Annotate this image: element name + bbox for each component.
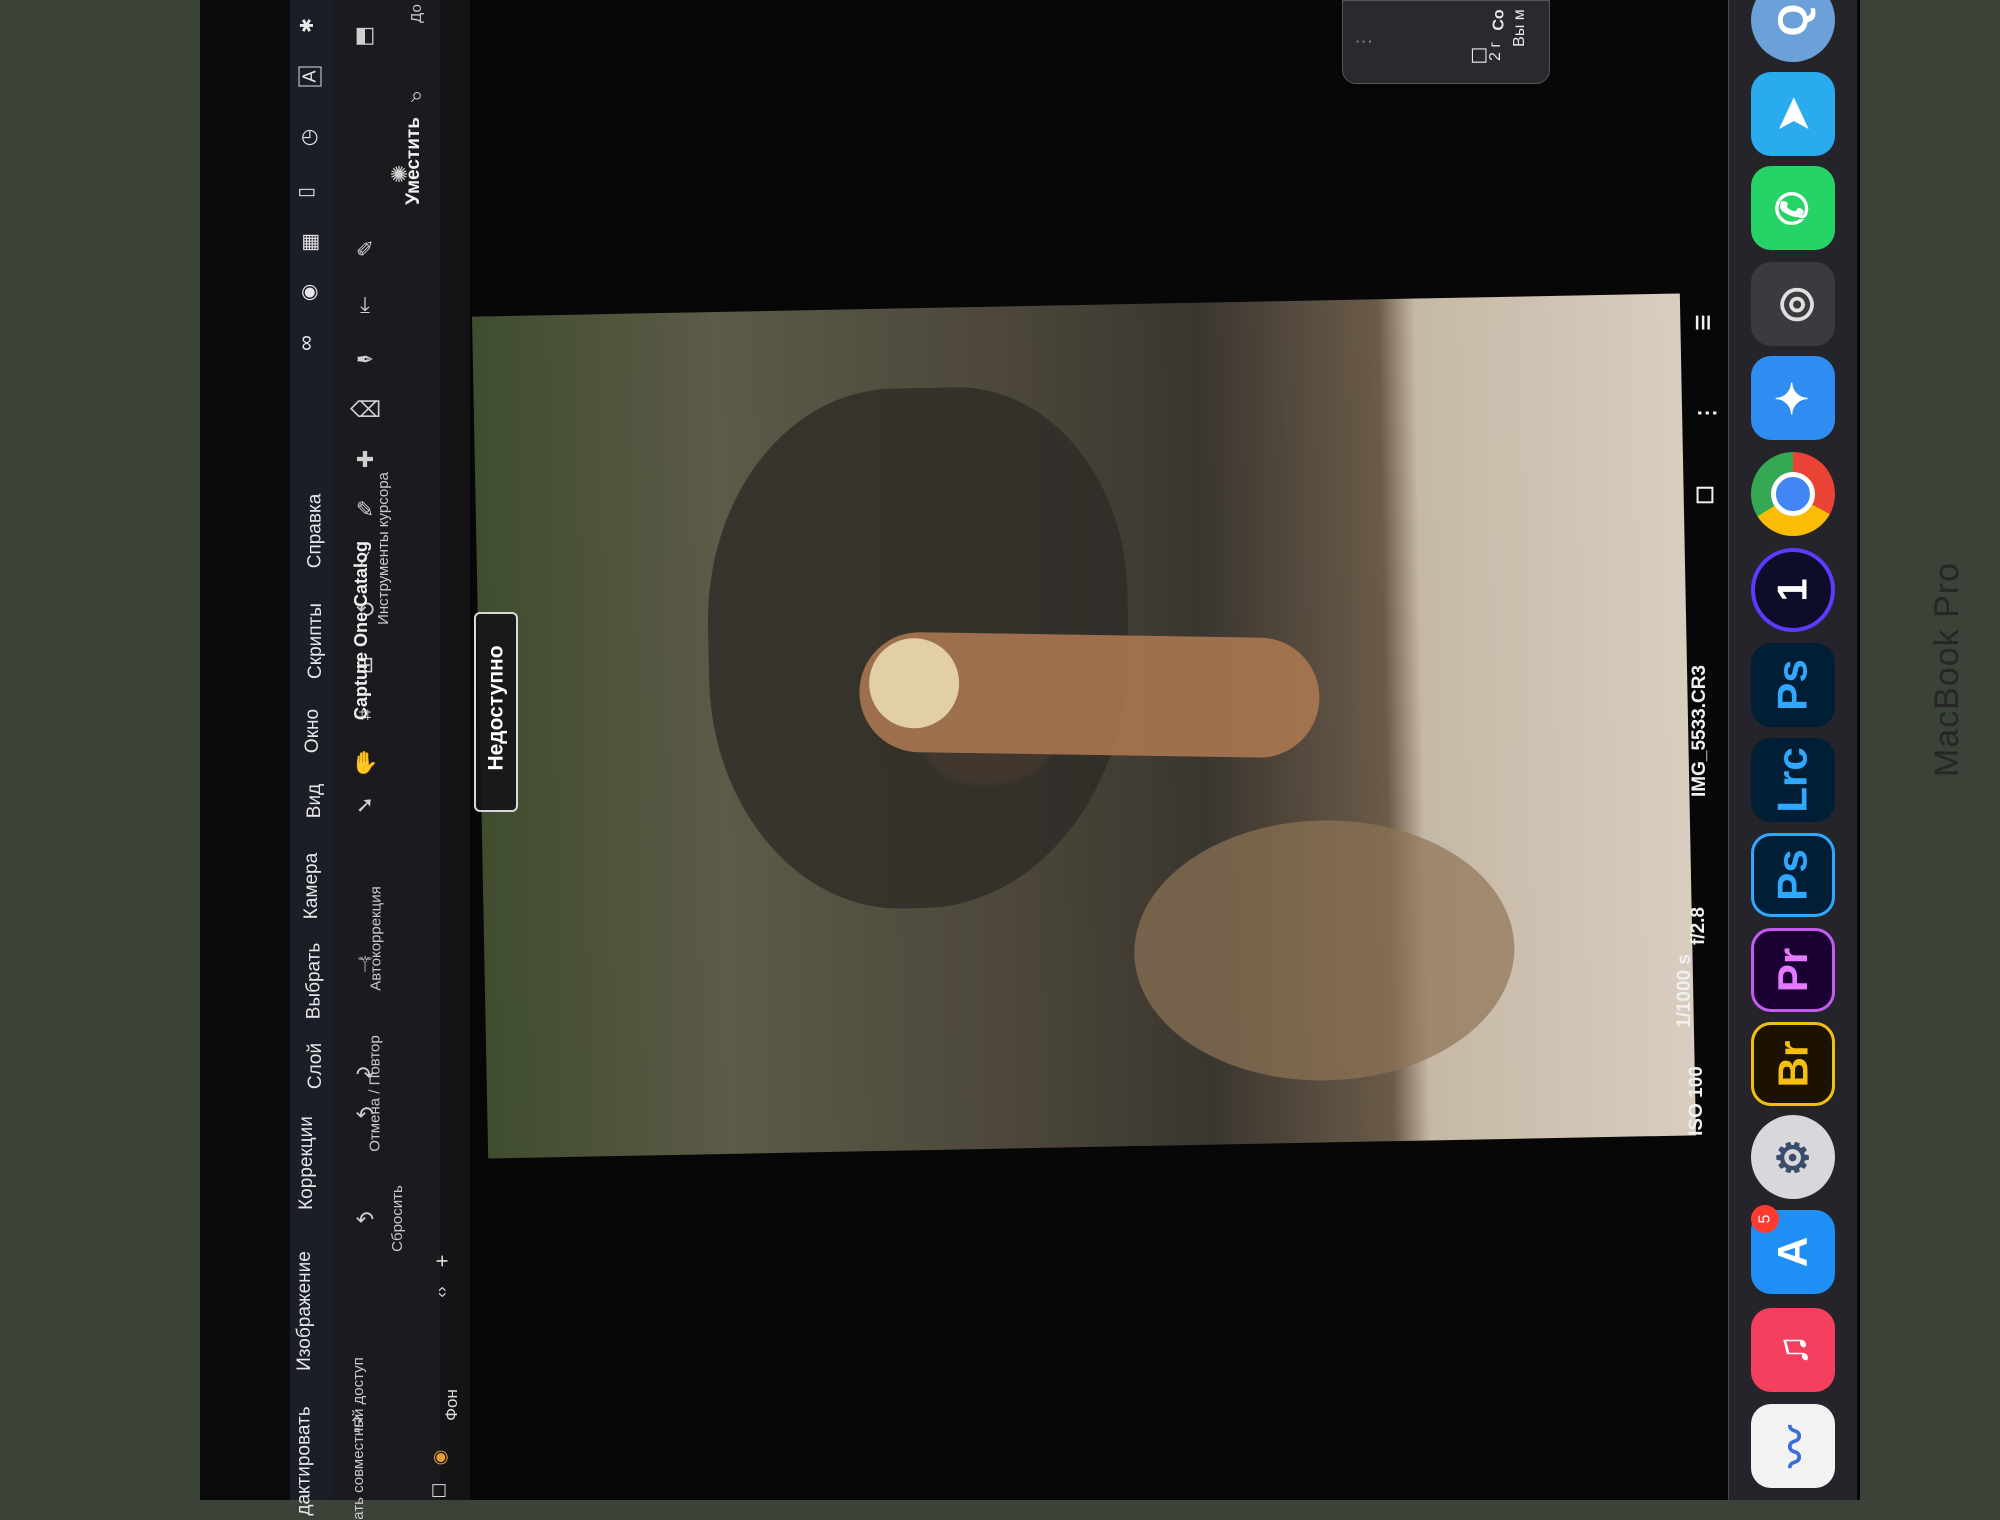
notification-line-3: Вы м	[1510, 9, 1528, 47]
notification-line-1: Co	[1490, 9, 1508, 31]
freeform-icon: 〰	[1772, 1424, 1820, 1468]
camera-icon: ◎	[1769, 285, 1817, 323]
menu-select[interactable]: Выбрать	[303, 943, 325, 1020]
windows-icon[interactable]: ▦	[297, 233, 322, 252]
photo-rock-shape	[1131, 816, 1517, 1085]
menu-window[interactable]: Окно	[302, 709, 324, 753]
compass-icon: ✦	[1769, 380, 1817, 416]
dock-app-lightroom-classic[interactable]: Lrc	[1751, 738, 1835, 822]
menu-bar: дактировать Изображение Коррекции Слой В…	[290, 0, 332, 1516]
dock-app-photo-booth[interactable]: ◎	[1751, 262, 1835, 346]
reset-label: Сбросить	[388, 1185, 406, 1252]
menu-camera[interactable]: Камера	[301, 853, 323, 919]
shutter-value: 1/1000 s	[1673, 954, 1695, 1028]
notification-dots-icon: ⋮	[1353, 32, 1374, 51]
dock-app-photoshop[interactable]: Ps	[1751, 833, 1835, 917]
notification-popup[interactable]: Co 2 г Вы м ☐ ⋮	[1342, 0, 1550, 84]
dock-app-whatsapp[interactable]: ✆	[1751, 166, 1835, 250]
iso-value: ISO 100	[1685, 1066, 1707, 1136]
chrome-icon	[1771, 472, 1815, 516]
dock-app-capture-one[interactable]: 1	[1751, 548, 1835, 632]
menu-adjustments[interactable]: Коррекции	[296, 1116, 318, 1210]
zoom-icon[interactable]: ⌕	[402, 80, 432, 110]
dock-app-bridge[interactable]: Br	[1751, 1022, 1835, 1106]
dock-app-telegram[interactable]: ➤	[1751, 72, 1835, 156]
brand-label: MacBook Pro	[1928, 561, 1967, 778]
app-store-badge: 5	[1751, 1205, 1779, 1233]
dock-app-freeform[interactable]: 〰	[1751, 1404, 1835, 1488]
clock-icon[interactable]: ◷	[296, 129, 321, 146]
gradient-icon[interactable]: ⤓	[350, 290, 380, 320]
quicktime-icon: Q	[1768, 3, 1816, 37]
cursor-tools-label: Инструменты курсора	[374, 472, 392, 625]
unavailable-badge: Недоступно	[474, 612, 518, 812]
keyboard-a-icon[interactable]: A	[298, 66, 322, 87]
reset-icon[interactable]: ↶	[350, 1205, 380, 1235]
dock-app-quicktime[interactable]: Q	[1751, 0, 1835, 62]
fit-label[interactable]: Уместить	[403, 117, 425, 205]
more-icon[interactable]: ⋮	[1694, 402, 1720, 424]
dock-app-photoshop-2[interactable]: Ps	[1751, 643, 1835, 727]
menu-view[interactable]: Вид	[304, 784, 326, 818]
list-icon[interactable]: ☰	[1694, 314, 1715, 330]
right-cut-label: До	[407, 4, 425, 23]
menu-help[interactable]: Справка	[304, 494, 326, 569]
menu-layer[interactable]: Слой	[305, 1043, 327, 1089]
notification-checkbox-icon[interactable]: ☐	[1467, 47, 1492, 65]
layer-nav-icon[interactable]: ‹›	[432, 1286, 452, 1297]
dock-app-chrome[interactable]	[1751, 452, 1835, 536]
layer-checkbox[interactable]: ☐	[430, 1482, 451, 1498]
photo-viewer[interactable]	[472, 293, 1696, 1159]
creative-cloud-icon[interactable]: ∞	[293, 335, 319, 351]
play-icon[interactable]: ◉	[296, 284, 321, 301]
shared-access-label: ать совместный доступ	[349, 1357, 367, 1520]
catalog-title: Capture One Catalog	[351, 540, 372, 721]
filename: IMG_5533.CR3	[1689, 664, 1711, 798]
picker-icon[interactable]: ✒	[350, 345, 380, 375]
hand-tool-icon[interactable]: ✋	[350, 748, 380, 778]
dock-app-premiere[interactable]: Pr	[1751, 928, 1835, 1012]
menu-edit[interactable]: дактировать	[294, 1406, 316, 1515]
cursor-pointer-icon[interactable]: ➚	[350, 790, 380, 820]
bluetooth-icon[interactable]: ✱	[297, 18, 318, 33]
dock: 〰 ♫ A 5 ⚙ Br Pr Ps Lrc Ps 1 ✦ ◎ ✆ ➤ Q	[1728, 0, 1857, 1500]
dock-app-capture-one-settings[interactable]: ⚙	[1751, 1115, 1835, 1199]
add-layer-icon[interactable]: +	[429, 1255, 455, 1268]
layers-bar: ☐ ◉ Фон ‹› +	[429, 0, 470, 1500]
eraser-icon[interactable]: ⌫	[350, 395, 381, 425]
heal-icon[interactable]: ✚	[350, 445, 380, 475]
layer-name[interactable]: Фон	[442, 1389, 462, 1421]
unavailable-label: Недоступно	[484, 645, 508, 771]
aperture-value: f/2.8	[1688, 906, 1710, 946]
autocorrect-label: Автокоррекция	[367, 886, 385, 991]
menu-scripts[interactable]: Скрипты	[305, 603, 327, 679]
dock-app-music[interactable]: ♫	[1751, 1308, 1835, 1392]
undo-redo-label: Отмена / Повтор	[366, 1035, 384, 1152]
pen-icon[interactable]: ✐	[350, 235, 380, 265]
menu-image[interactable]: Изображение	[294, 1251, 316, 1371]
compare-icon[interactable]: ◧	[350, 20, 380, 50]
phone-icon[interactable]: ▯	[293, 187, 318, 198]
dock-app-safari[interactable]: ✦	[1751, 356, 1835, 440]
layer-visibility-icon[interactable]: ◉	[429, 1450, 450, 1466]
frame-icon[interactable]: ☐	[1693, 485, 1719, 505]
toolbar: ⇪ ать совместный доступ ↶ Сбросить ↶ ↷ О…	[332, 0, 441, 1520]
